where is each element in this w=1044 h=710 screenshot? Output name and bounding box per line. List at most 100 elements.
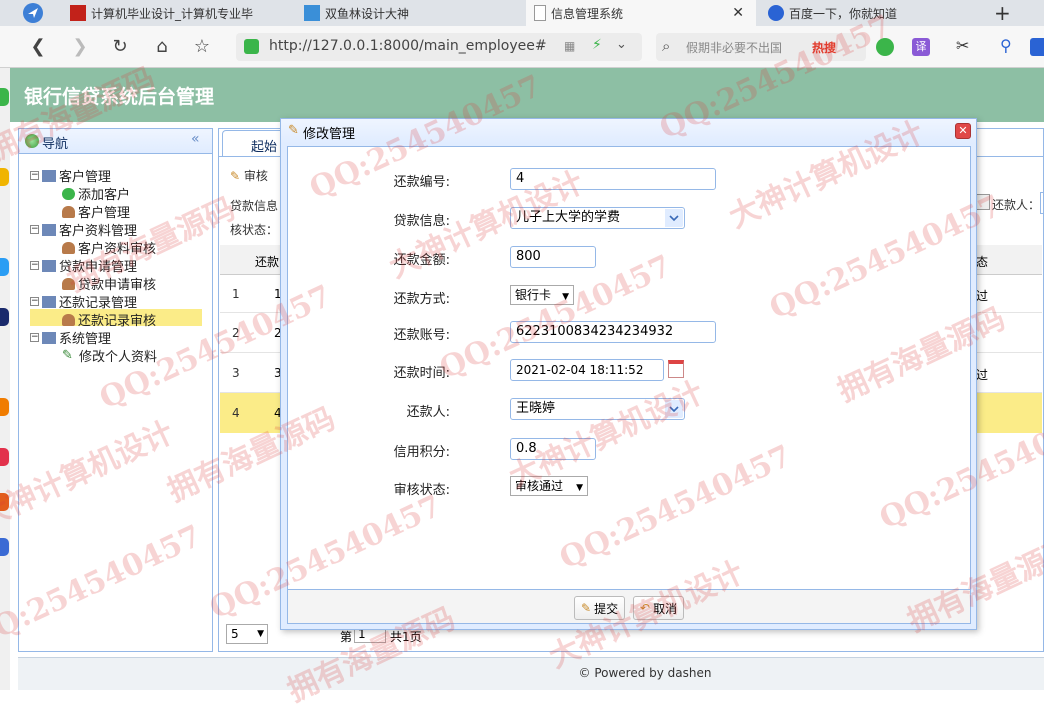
payer-combo[interactable]: 王晓婷: [510, 398, 685, 420]
tree-toggle-icon[interactable]: −: [30, 297, 39, 306]
site-favicon-icon: [70, 5, 86, 21]
lightning-icon[interactable]: ⚡: [592, 37, 602, 53]
strip-app-icon[interactable]: [0, 168, 9, 186]
collapse-icon[interactable]: «: [191, 131, 200, 147]
chevron-down-icon[interactable]: [665, 400, 683, 418]
hot-search-label[interactable]: 热搜: [812, 39, 836, 56]
browser-tab-bar: 计算机毕业设计_计算机专业毕 双鱼林设计大神 信息管理系统 ✕ 百度一下，你就知…: [0, 0, 1044, 26]
translate-icon[interactable]: 译: [912, 38, 930, 56]
repay-method-label: 还款方式:: [393, 292, 450, 307]
account-input[interactable]: 6223100834234234932: [510, 321, 716, 343]
filter-status-label: 核状态：: [230, 223, 279, 237]
dropdown-arrow-icon: ▼: [576, 483, 583, 493]
search-icon: ⌕: [662, 37, 671, 55]
chat-icon[interactable]: [876, 38, 894, 56]
strip-app-icon[interactable]: [0, 308, 9, 326]
strip-app-icon[interactable]: [0, 448, 9, 466]
calendar-icon[interactable]: [668, 360, 684, 378]
computer-icon: [42, 259, 56, 272]
qr-icon[interactable]: ▦: [564, 39, 575, 53]
live-favicon-icon: [304, 5, 320, 21]
repay-method-select[interactable]: 银行卡 ▼: [510, 285, 574, 305]
browser-tab[interactable]: 百度一下，你就知道: [764, 0, 984, 26]
app-title: 银行信贷系统后台管理: [24, 86, 215, 108]
close-icon[interactable]: ✕: [955, 123, 971, 139]
page-size-select[interactable]: 5 ▼: [226, 624, 268, 644]
repay-id-input[interactable]: 4: [510, 168, 716, 190]
filter-loan-info-label: 贷款信息: [230, 199, 279, 213]
chevron-down-icon[interactable]: ⌄: [616, 37, 627, 52]
repay-time-input[interactable]: 2021-02-04 18:11:52: [510, 359, 664, 381]
tree-node-system[interactable]: − 系统管理: [30, 328, 111, 347]
page-label: 第: [340, 630, 353, 644]
review-status-select[interactable]: 审核通过 ▼: [510, 476, 588, 496]
tree-leaf-customer-list[interactable]: 客户管理: [62, 202, 130, 221]
payer-label: 还款人:: [406, 405, 450, 420]
tree-toggle-icon[interactable]: −: [30, 333, 39, 342]
browser-tab[interactable]: 双鱼林设计大神: [300, 0, 520, 26]
magnifier-icon[interactable]: ⚲: [1000, 36, 1012, 55]
edit-icon: ✎: [581, 601, 592, 615]
strip-app-icon[interactable]: [0, 88, 9, 106]
amount-input[interactable]: 800: [510, 246, 596, 268]
credit-score-label: 信用积分:: [393, 445, 450, 460]
credit-score-input[interactable]: 0.8: [510, 438, 596, 460]
scissors-icon[interactable]: ✂: [956, 36, 969, 55]
secure-shield-icon: [244, 39, 259, 54]
close-tab-icon[interactable]: ✕: [732, 5, 744, 21]
tree-leaf-edit-profile[interactable]: ✎ 修改个人资料: [62, 346, 157, 366]
tree-node-customer-data[interactable]: − 客户资料管理: [30, 220, 137, 239]
tree-leaf-customer-data-review[interactable]: 客户资料审核: [62, 238, 156, 257]
page-total: 共1页: [390, 630, 422, 644]
new-tab-icon[interactable]: +: [994, 0, 1018, 26]
submit-button[interactable]: ✎ 提交: [574, 596, 626, 620]
browser-logo-icon[interactable]: [22, 0, 52, 26]
tree-node-loan-application[interactable]: − 贷款申请管理: [30, 256, 137, 275]
tree-toggle-icon[interactable]: −: [30, 261, 39, 270]
strip-app-icon[interactable]: [0, 398, 9, 416]
cancel-button[interactable]: ↶ 取消: [633, 596, 685, 620]
forward-icon[interactable]: ❯: [70, 37, 90, 57]
tree-leaf-loan-review[interactable]: 贷款申请审核: [62, 274, 156, 293]
dropdown-arrow-icon: ▼: [562, 292, 569, 302]
home-icon[interactable]: ⌂: [152, 37, 172, 57]
computer-icon: [42, 331, 56, 344]
strip-app-icon[interactable]: [0, 258, 9, 276]
computer-icon: [42, 169, 56, 182]
address-bar[interactable]: http://127.0.0.1:8000/main_employee# ▦ ⚡…: [236, 33, 642, 61]
tree-leaf-repayment-review[interactable]: 还款记录审核: [62, 310, 156, 329]
add-icon: [62, 187, 75, 200]
extension-icon[interactable]: [1030, 38, 1044, 56]
strip-app-icon[interactable]: [0, 493, 9, 511]
back-icon[interactable]: ❮: [28, 37, 48, 57]
browser-tab[interactable]: 计算机毕业设计_计算机专业毕: [66, 0, 288, 26]
loan-info-combo[interactable]: 儿子上大学的学费: [510, 207, 685, 229]
filter-payer-input[interactable]: [1040, 192, 1044, 214]
url-text[interactable]: http://127.0.0.1:8000/main_employee#: [269, 38, 547, 54]
user-icon: [62, 241, 75, 254]
review-status-label: 审核状态:: [393, 483, 450, 498]
loan-info-label: 贷款信息:: [393, 214, 450, 229]
tree-leaf-add-customer[interactable]: 添加客户: [62, 184, 130, 203]
edit-icon: ✎: [288, 123, 299, 138]
amount-label: 还款金额:: [393, 253, 450, 268]
tree-node-repayment[interactable]: − 还款记录管理: [30, 292, 137, 311]
tree-toggle-icon[interactable]: −: [30, 225, 39, 234]
account-label: 还款账号:: [393, 328, 450, 343]
search-box[interactable]: ⌕ 假期非必要不出国 热搜: [656, 33, 866, 61]
dialog-footer: [287, 590, 971, 624]
edit-icon: ✎: [230, 169, 241, 183]
reload-icon[interactable]: ↻: [110, 37, 130, 57]
side-strip: [0, 68, 10, 690]
calendar-icon[interactable]: [976, 194, 990, 210]
tree-node-customer-mgmt[interactable]: − 客户管理: [30, 166, 111, 185]
bookmark-star-icon[interactable]: ☆: [192, 37, 212, 57]
globe-icon: [25, 134, 39, 148]
repay-id-label: 还款编号:: [393, 175, 450, 190]
tree-toggle-icon[interactable]: −: [30, 171, 39, 180]
search-placeholder: 假期非必要不出国: [686, 41, 783, 55]
browser-tab-active[interactable]: 信息管理系统 ✕: [526, 0, 756, 26]
review-toolbar-button[interactable]: ✎ 审核: [230, 167, 268, 184]
chevron-down-icon[interactable]: [665, 209, 683, 227]
strip-app-icon[interactable]: [0, 538, 9, 556]
